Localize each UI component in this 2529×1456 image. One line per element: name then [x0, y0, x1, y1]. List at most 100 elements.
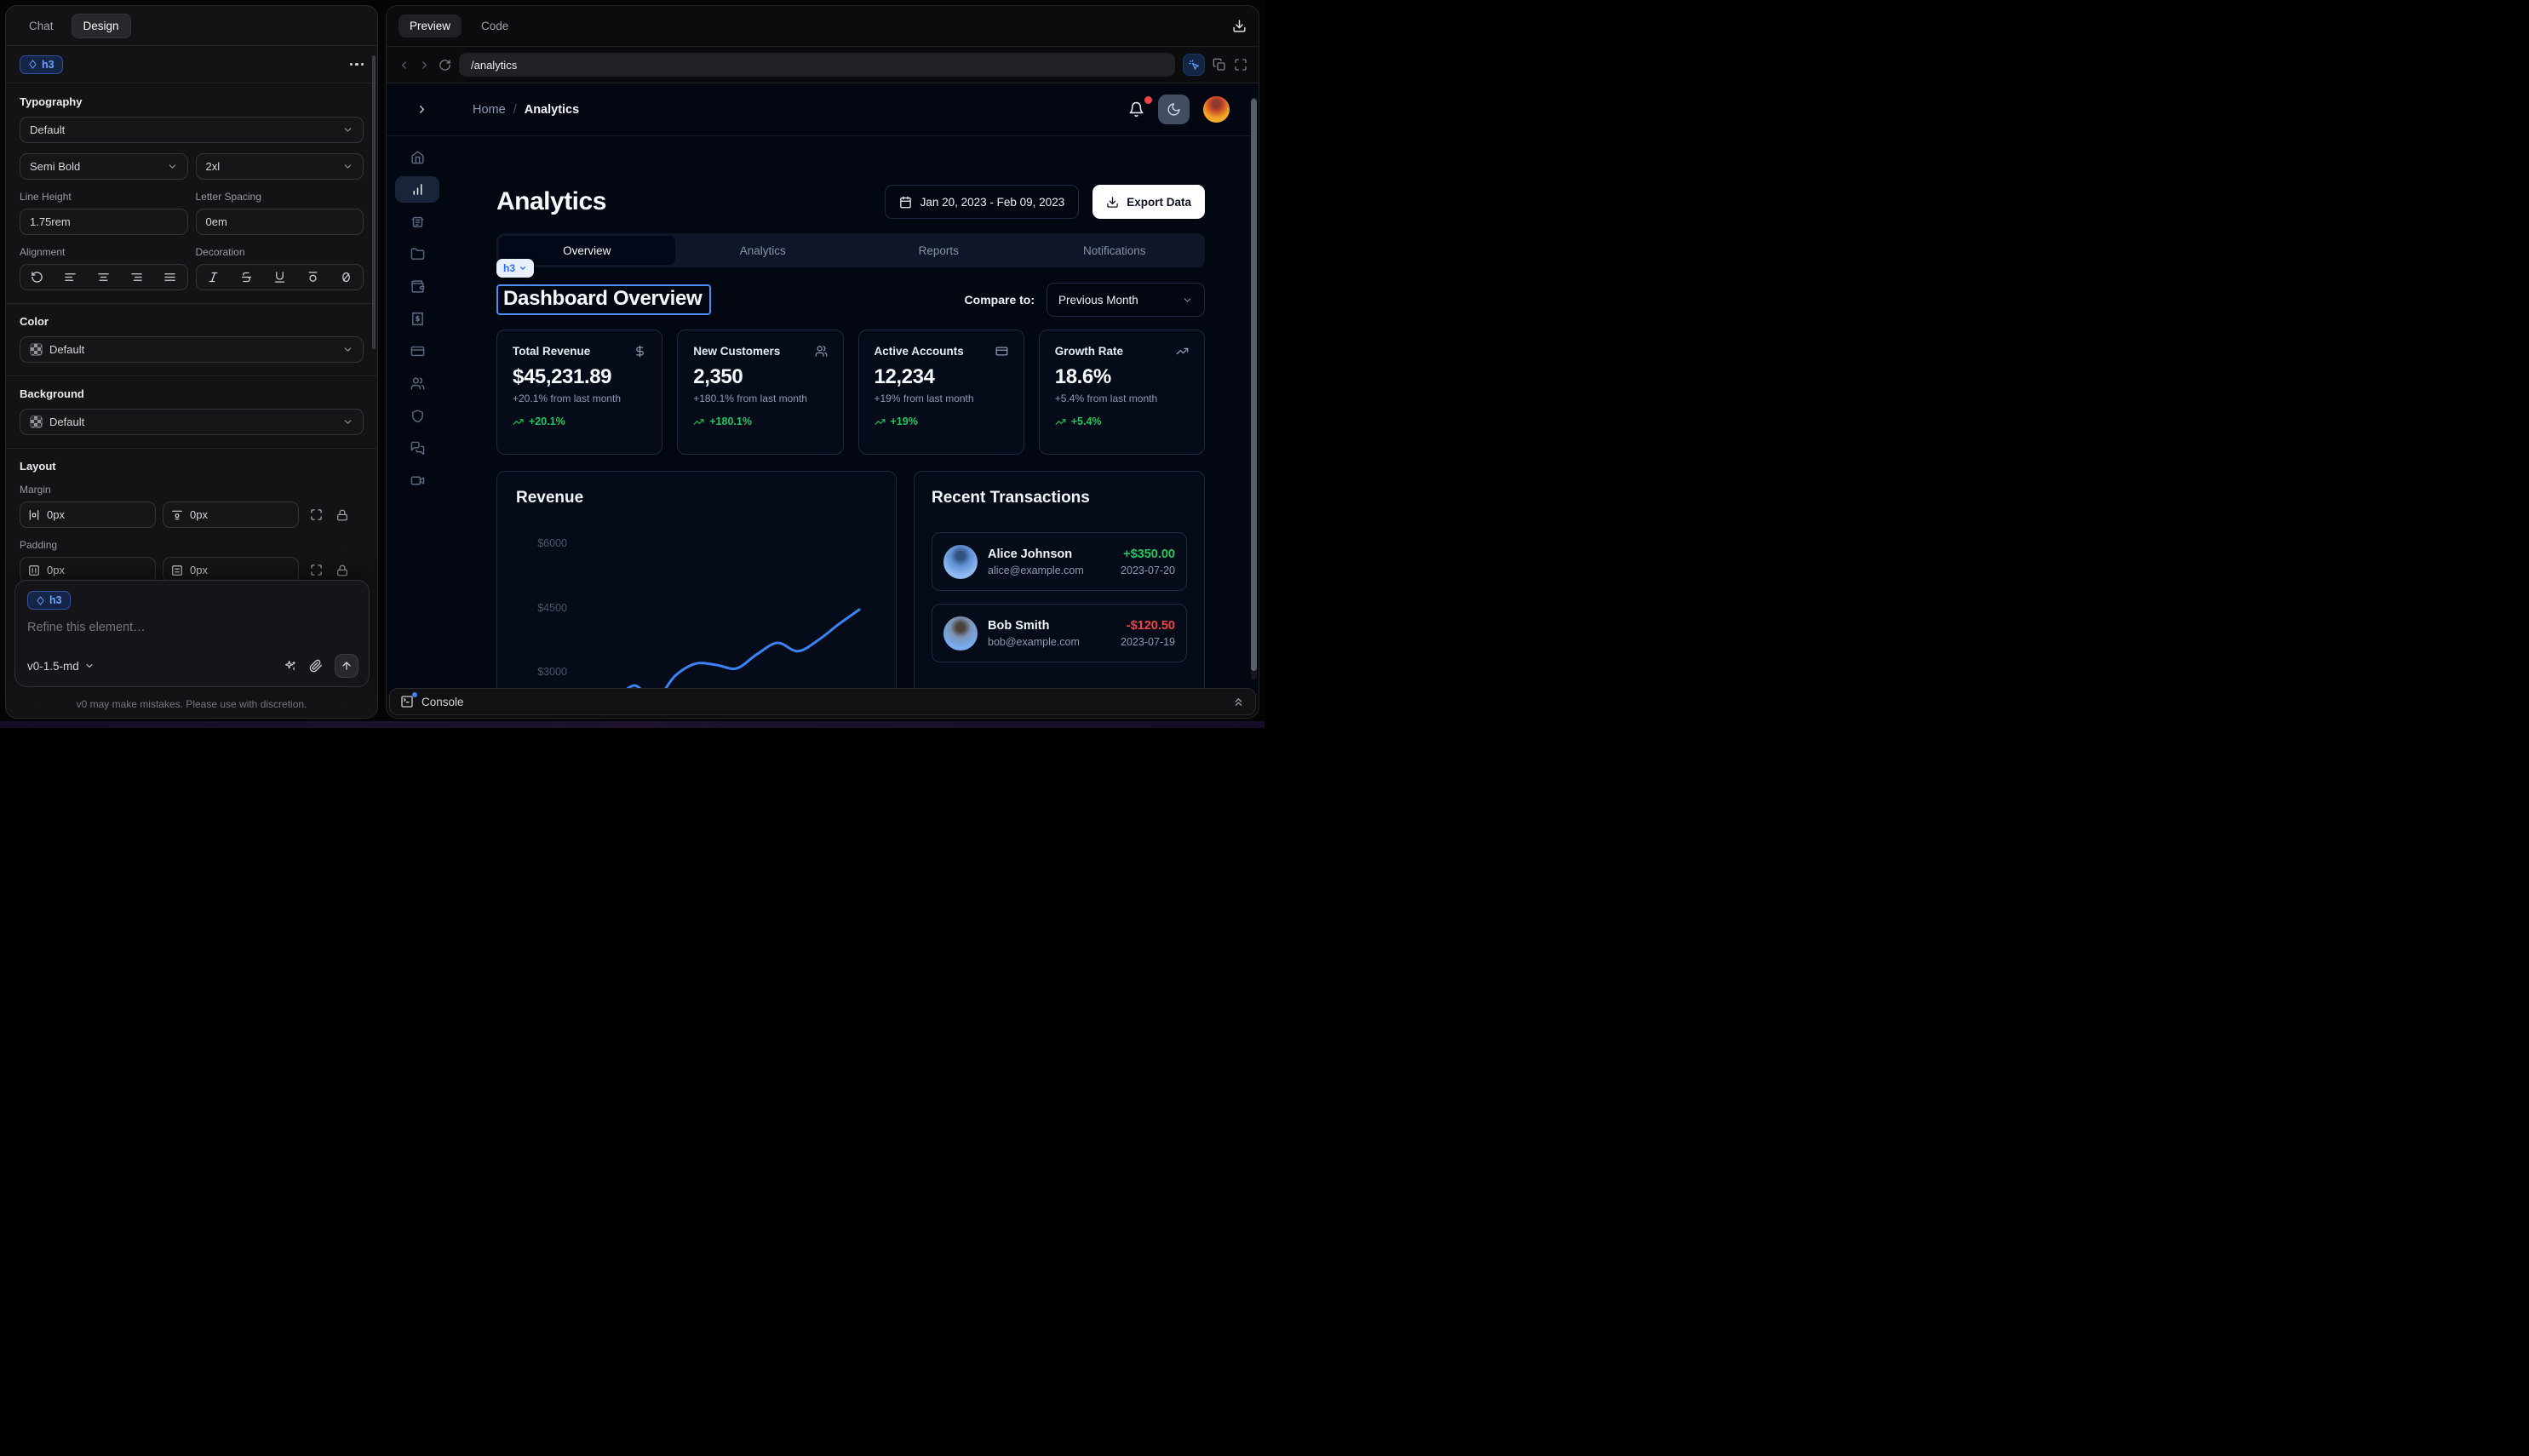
sidebar-item-customers[interactable] — [395, 370, 439, 397]
receipt-dollar-icon — [410, 312, 425, 326]
tab-preview[interactable]: Preview — [399, 14, 462, 37]
selection-outline: Dashboard Overview — [496, 284, 711, 315]
tab-notifications[interactable]: Notifications — [1027, 236, 1203, 265]
lock-icon — [336, 509, 348, 521]
copy-button[interactable] — [1213, 58, 1226, 72]
transaction-row[interactable]: Bob Smith bob@example.com -$120.50 2023-… — [932, 604, 1187, 662]
font-weight-select[interactable]: Semi Bold — [20, 153, 188, 180]
transparent-swatch-icon — [30, 343, 43, 356]
font-size-select[interactable]: 2xl — [196, 153, 364, 180]
transaction-row[interactable]: Alice Johnson alice@example.com +$350.00… — [932, 532, 1187, 591]
sidebar-toggle-button[interactable] — [416, 103, 428, 116]
console-expand-button[interactable] — [1232, 696, 1245, 708]
align-justify-icon[interactable] — [163, 271, 176, 284]
sidebar-item-wallet[interactable] — [395, 273, 439, 300]
color-select[interactable]: Default — [20, 336, 364, 363]
margin-expand-button[interactable] — [306, 508, 326, 521]
padding-expand-button[interactable] — [306, 564, 326, 576]
tab-analytics[interactable]: Analytics — [675, 236, 852, 265]
tab-design[interactable]: Design — [72, 14, 131, 38]
export-data-button[interactable]: Export Data — [1092, 185, 1205, 219]
sidebar-item-security[interactable] — [395, 403, 439, 429]
align-left-icon[interactable] — [64, 271, 77, 284]
select-element-button[interactable] — [1183, 54, 1205, 76]
messages-icon — [410, 441, 425, 456]
align-center-icon[interactable] — [97, 271, 110, 284]
margin-vertical-icon — [171, 509, 183, 521]
compare-select[interactable]: Previous Month — [1047, 283, 1205, 317]
page-title: Analytics — [496, 187, 606, 216]
tab-reports[interactable]: Reports — [851, 236, 1027, 265]
chevron-down-icon — [342, 344, 353, 355]
padding-horizontal-icon — [28, 565, 40, 576]
fullscreen-button[interactable] — [1234, 58, 1247, 72]
font-family-select[interactable]: Default — [20, 117, 364, 143]
sidebar-item-analytics[interactable] — [395, 176, 439, 203]
panel-tab-bar: Chat Design — [6, 6, 377, 46]
preview-scrollbar[interactable] — [1251, 97, 1257, 679]
forward-button[interactable] — [418, 59, 431, 72]
chevrons-up-icon — [1232, 696, 1245, 708]
refine-composer: h3 Refine this element… v0-1.5-md — [14, 580, 370, 687]
selected-element-tag-pill[interactable]: h3 — [496, 259, 534, 278]
paperclip-icon[interactable] — [309, 659, 323, 673]
sidebar-item-cards[interactable] — [395, 338, 439, 364]
strikethrough-icon[interactable] — [240, 271, 253, 284]
margin-lock-button[interactable] — [333, 509, 352, 521]
align-right-icon[interactable] — [130, 271, 143, 284]
sidebar-item-messages[interactable] — [395, 435, 439, 461]
sidebar-item-home[interactable] — [395, 144, 439, 170]
line-height-label: Line Height — [20, 191, 188, 203]
padding-vertical-icon — [171, 565, 183, 576]
url-input[interactable]: /analytics — [459, 53, 1175, 77]
preview-tab-bar: Preview Code — [387, 6, 1259, 47]
sidebar-item-files[interactable] — [395, 241, 439, 267]
model-select[interactable]: v0-1.5-md — [27, 660, 95, 673]
refresh-button[interactable] — [439, 59, 451, 72]
tab-chat[interactable]: Chat — [18, 14, 65, 37]
calendar-icon — [899, 196, 912, 209]
composer-element-chip[interactable]: h3 — [27, 591, 71, 610]
margin-x-input[interactable]: 0px — [20, 502, 156, 528]
sidebar-item-video[interactable] — [395, 467, 439, 494]
maximize-icon — [1234, 58, 1247, 72]
stat-card-growth-rate: Growth Rate 18.6% +5.4% from last month … — [1039, 330, 1205, 455]
chevron-down-icon — [1182, 295, 1193, 306]
composer-input[interactable]: Refine this element… — [27, 621, 357, 634]
italic-icon[interactable] — [207, 271, 220, 284]
dashboard-sidebar — [387, 136, 448, 693]
typography-label: Typography — [20, 95, 364, 108]
sidebar-item-billing[interactable] — [395, 306, 439, 332]
slashed-zero-icon[interactable] — [340, 271, 353, 284]
panel-scrollbar[interactable] — [372, 55, 376, 349]
letter-spacing-input[interactable]: 0em — [196, 209, 364, 235]
date-range-picker[interactable]: Jan 20, 2023 - Feb 09, 2023 — [885, 185, 1080, 219]
sparkles-icon[interactable] — [284, 659, 297, 673]
sidebar-item-invoices[interactable] — [395, 209, 439, 235]
bell-icon — [1128, 101, 1144, 118]
transaction-amount: +$350.00 — [1121, 547, 1175, 561]
user-avatar[interactable] — [1203, 96, 1230, 123]
tab-code[interactable]: Code — [470, 14, 519, 37]
diamond-icon — [36, 596, 45, 605]
maximize-icon — [310, 508, 323, 521]
notifications-button[interactable] — [1128, 101, 1144, 118]
decoration-toolbar — [196, 264, 364, 290]
users-icon — [815, 345, 828, 358]
background-select[interactable]: Default — [20, 409, 364, 435]
underline-icon[interactable] — [273, 271, 286, 284]
section-title[interactable]: Dashboard Overview — [503, 287, 702, 310]
margin-y-input[interactable]: 0px — [163, 502, 299, 528]
console-bar[interactable]: Console — [389, 688, 1256, 715]
undo-icon[interactable] — [31, 271, 43, 284]
element-chip[interactable]: h3 — [20, 55, 63, 74]
overline-icon[interactable] — [307, 271, 319, 284]
more-menu-button[interactable] — [350, 63, 364, 66]
submit-button[interactable] — [335, 654, 358, 678]
line-height-input[interactable]: 1.75rem — [20, 209, 188, 235]
breadcrumb-home[interactable]: Home — [473, 103, 506, 117]
theme-toggle-button[interactable] — [1158, 95, 1190, 124]
download-button[interactable] — [1232, 19, 1247, 33]
back-button[interactable] — [398, 59, 410, 72]
padding-lock-button[interactable] — [333, 565, 352, 576]
